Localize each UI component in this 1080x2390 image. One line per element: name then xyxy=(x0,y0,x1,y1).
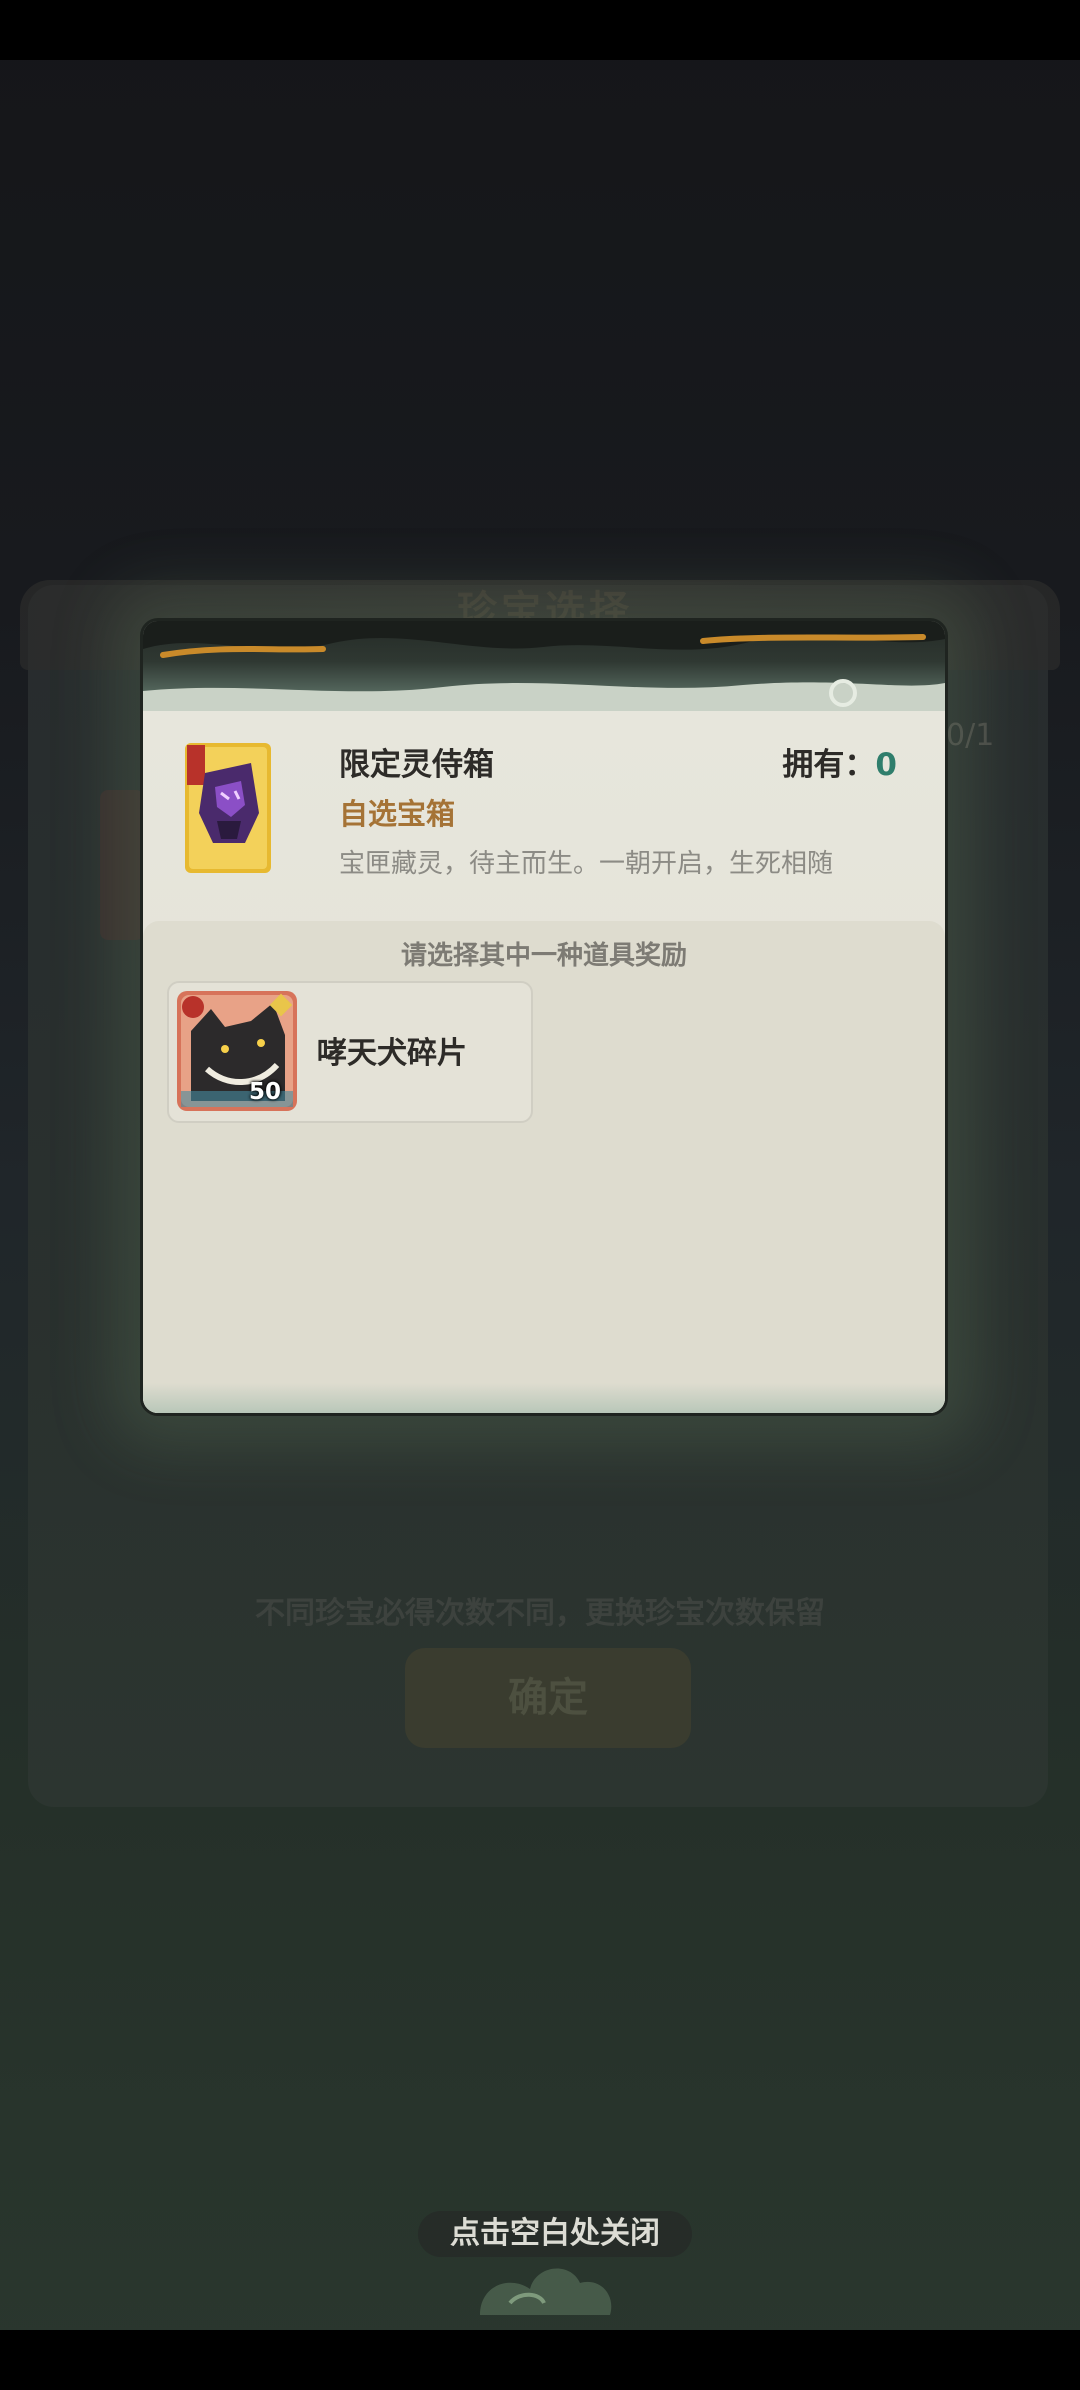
chest-type: 自选宝箱 xyxy=(339,797,456,831)
chest-name: 限定灵侍箱 xyxy=(339,747,494,783)
navigation-bar xyxy=(0,2330,1080,2390)
background-note: 不同珍宝必得次数不同，更换珍宝次数保留 xyxy=(255,1596,825,1631)
cloud-decoration-icon xyxy=(470,2245,620,2329)
background-confirm-button: 确定 xyxy=(405,1648,691,1748)
background-card xyxy=(100,790,144,940)
helmet-chest-icon xyxy=(185,743,271,873)
chest-description: 宝匣藏灵，待主而生。一朝开启，生死相随 xyxy=(339,849,834,879)
reward-heading: 请选择其中一种道具奖励 xyxy=(400,941,687,971)
chest-detail-modal: 限定灵侍箱 拥有：0 自选宝箱 宝匣藏灵，待主而生。一朝开启，生死相随 请选择其… xyxy=(140,618,948,1416)
modal-header-ink-decoration xyxy=(143,621,945,711)
background-count: 0/1 xyxy=(946,718,995,753)
owned-count: 拥有：0 xyxy=(782,739,897,784)
status-bar xyxy=(0,0,1080,60)
reward-option-card[interactable]: 50 哮天犬碎片 xyxy=(167,981,533,1123)
screen[interactable]: 珍宝选择 0/1 不同珍宝必得次数不同，更换珍宝次数保留 确定 限定灵侍箱 拥有… xyxy=(0,0,1080,2390)
modal-footer-cloud-decoration xyxy=(143,1383,945,1413)
owned-label: 拥有： xyxy=(782,747,876,783)
reward-quantity: 50 xyxy=(249,1079,282,1105)
owned-value: 0 xyxy=(875,747,897,783)
reward-name: 哮天犬碎片 xyxy=(317,1036,467,1071)
